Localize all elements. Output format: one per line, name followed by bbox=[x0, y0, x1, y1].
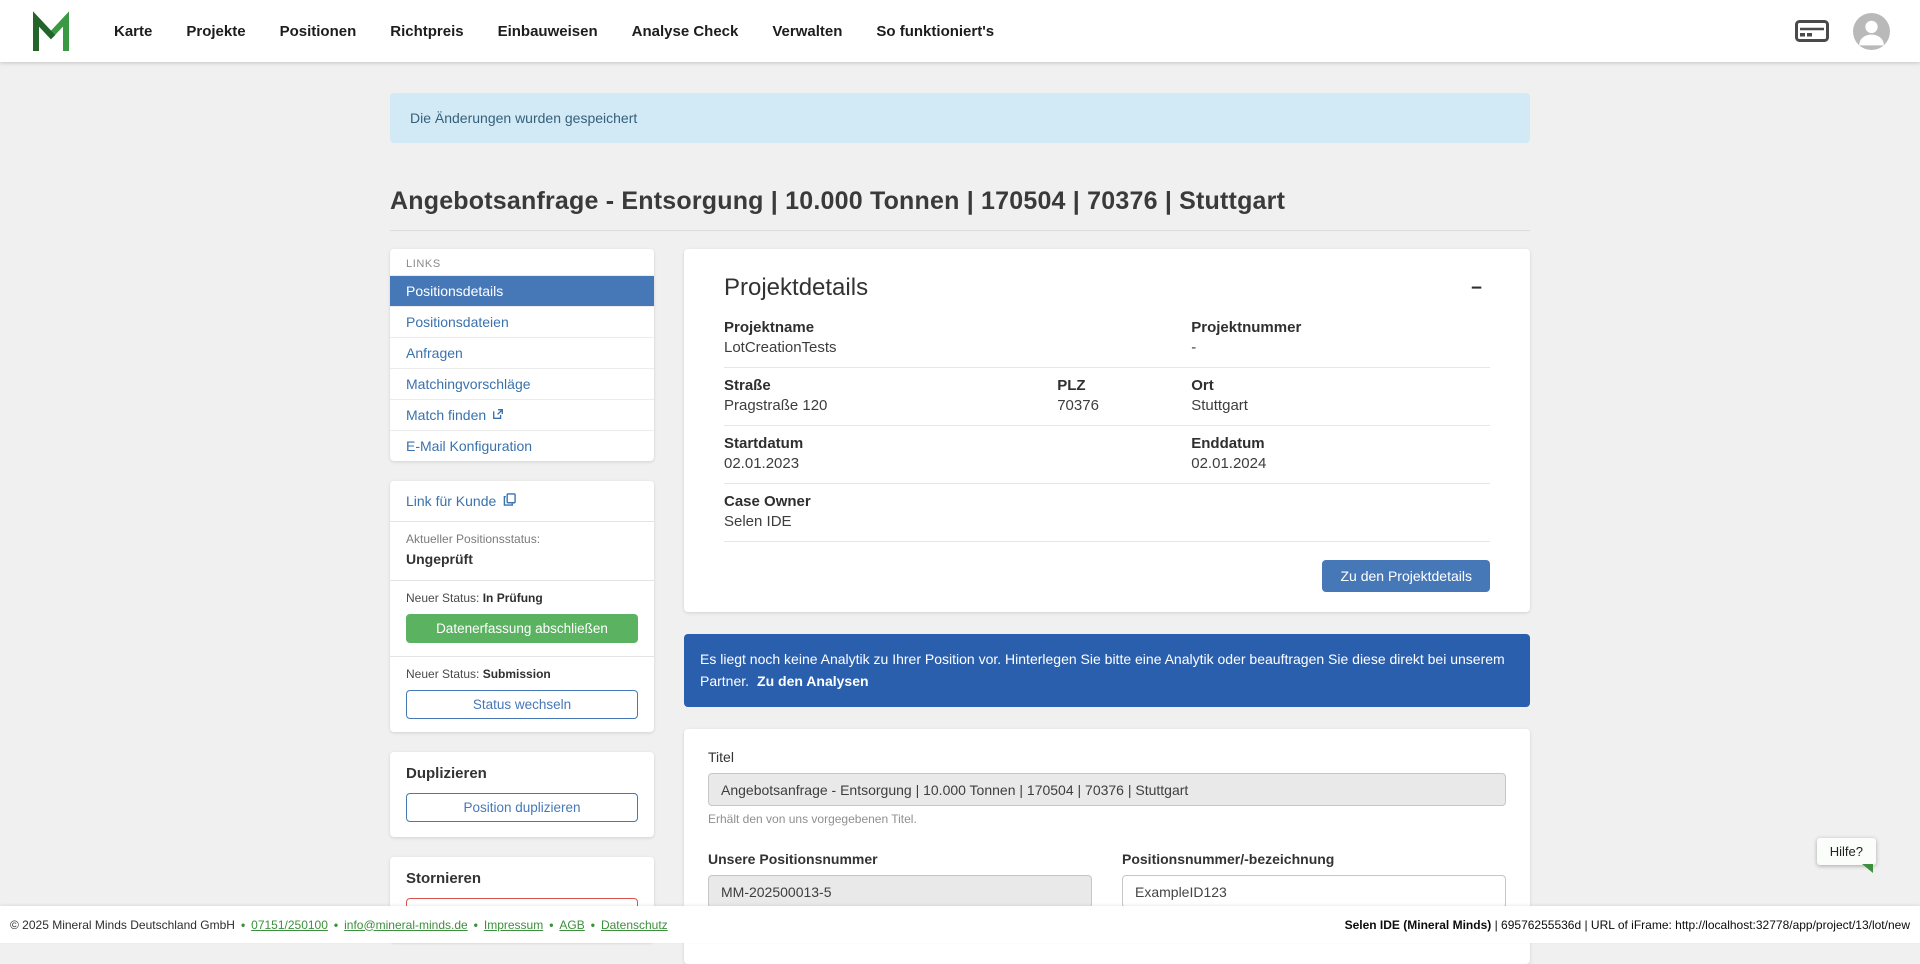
field-case-owner: Case Owner Selen IDE bbox=[724, 493, 1490, 530]
project-row-2: Straße Pragstraße 120 PLZ 70376 Ort Stut… bbox=[724, 368, 1490, 426]
project-details-header: Projektdetails − bbox=[724, 274, 1490, 302]
content-layout: LINKS Positionsdetails Positionsdateien … bbox=[390, 249, 1530, 964]
field-startdatum: Startdatum 02.01.2023 bbox=[724, 435, 1191, 472]
bullet-separator: • bbox=[591, 918, 595, 932]
duplicate-position-button[interactable]: Position duplizieren bbox=[406, 793, 638, 822]
footer-session-info: | 69576255536d | URL of iFrame: http://l… bbox=[1491, 918, 1910, 932]
top-navigation-bar: Karte Projekte Positionen Richtpreis Ein… bbox=[0, 0, 1920, 62]
analytics-banner: Es liegt noch keine Analytik zu Ihrer Po… bbox=[684, 634, 1530, 707]
sidebar-item-match-finden[interactable]: Match finden bbox=[390, 399, 654, 430]
appbar-right bbox=[1795, 13, 1890, 50]
field-projektname: Projektname LotCreationTests bbox=[724, 319, 1191, 356]
footer-user: Selen IDE (Mineral Minds) bbox=[1345, 918, 1492, 932]
server-icon[interactable] bbox=[1795, 20, 1829, 42]
duplicate-title: Duplizieren bbox=[406, 765, 638, 782]
nav-item-einbauweisen[interactable]: Einbauweisen bbox=[498, 23, 598, 40]
position-number-label: Positionsnummer/-bezeichnung bbox=[1122, 851, 1506, 867]
links-header: LINKS bbox=[390, 249, 654, 275]
footer-email-link[interactable]: info@mineral-minds.de bbox=[344, 918, 468, 932]
project-row-4: Case Owner Selen IDE bbox=[724, 484, 1490, 542]
main-column: Projektdetails − Projektname LotCreation… bbox=[684, 249, 1530, 964]
duplicate-card: Duplizieren Position duplizieren bbox=[390, 752, 654, 837]
next-status-prefix: Neuer Status: bbox=[406, 591, 479, 605]
project-details-card: Projektdetails − Projektname LotCreation… bbox=[684, 249, 1530, 612]
next-status-line-1: Neuer Status: In Prüfung bbox=[406, 591, 638, 605]
bullet-separator: • bbox=[241, 918, 245, 932]
footer-datenschutz-link[interactable]: Datenschutz bbox=[601, 918, 668, 932]
bullet-separator: • bbox=[334, 918, 338, 932]
cancel-title: Stornieren bbox=[406, 870, 638, 887]
footer-phone-link[interactable]: 07151/250100 bbox=[251, 918, 328, 932]
sidebar-item-positionsdateien[interactable]: Positionsdateien bbox=[390, 306, 654, 337]
titel-label: Titel bbox=[708, 749, 1506, 765]
customer-link[interactable]: Link für Kunde bbox=[390, 481, 654, 521]
field-projektnummer: Projektnummer - bbox=[1191, 319, 1490, 356]
footer-agb-link[interactable]: AGB bbox=[559, 918, 584, 932]
nav-item-richtpreis[interactable]: Richtpreis bbox=[390, 23, 463, 40]
sidebar-item-anfragen[interactable]: Anfragen bbox=[390, 337, 654, 368]
nav-item-projekte[interactable]: Projekte bbox=[186, 23, 245, 40]
collapse-icon[interactable]: − bbox=[1463, 279, 1490, 298]
next-status-section-1: Neuer Status: In Prüfung Datenerfassung … bbox=[390, 581, 654, 656]
our-number-input bbox=[708, 875, 1092, 908]
current-status-value: Ungeprüft bbox=[406, 551, 638, 567]
nav-item-karte[interactable]: Karte bbox=[114, 23, 152, 40]
our-number-label: Unsere Positionsnummer bbox=[708, 851, 1092, 867]
field-plz: PLZ 70376 bbox=[1057, 377, 1191, 414]
complete-data-entry-button[interactable]: Datenerfassung abschließen bbox=[406, 614, 638, 643]
status-card: Link für Kunde Aktueller Positionsstatus… bbox=[390, 481, 654, 732]
saved-success-alert: Die Änderungen wurden gespeichert bbox=[390, 93, 1530, 143]
match-finden-label: Match finden bbox=[406, 407, 486, 423]
project-row-1: Projektname LotCreationTests Projektnumm… bbox=[724, 310, 1490, 368]
project-row-3: Startdatum 02.01.2023 Enddatum 02.01.202… bbox=[724, 426, 1490, 484]
nav-item-analyse-check[interactable]: Analyse Check bbox=[632, 23, 739, 40]
sidebar-item-matchingvorschlaege[interactable]: Matchingvorschläge bbox=[390, 368, 654, 399]
user-avatar[interactable] bbox=[1853, 13, 1890, 50]
next-status-section-2: Neuer Status: Submission Status wechseln bbox=[390, 657, 654, 732]
current-status-section: Aktueller Positionsstatus: Ungeprüft bbox=[390, 522, 654, 580]
position-number-input[interactable] bbox=[1122, 875, 1506, 908]
copy-icon bbox=[503, 493, 516, 509]
field-enddatum: Enddatum 02.01.2024 bbox=[1191, 435, 1490, 472]
main-nav: Karte Projekte Positionen Richtpreis Ein… bbox=[114, 23, 994, 40]
next-status-line-2: Neuer Status: Submission bbox=[406, 667, 638, 681]
sidebar: LINKS Positionsdetails Positionsdateien … bbox=[390, 249, 654, 942]
go-to-project-details-button[interactable]: Zu den Projektdetails bbox=[1322, 560, 1490, 592]
project-details-title: Projektdetails bbox=[724, 274, 868, 302]
sidebar-item-email-konfiguration[interactable]: E-Mail Konfiguration bbox=[390, 430, 654, 461]
field-ort: Ort Stuttgart bbox=[1191, 377, 1490, 414]
field-strasse: Straße Pragstraße 120 bbox=[724, 377, 1057, 414]
help-button[interactable]: Hilfe? bbox=[1817, 838, 1876, 865]
titel-input bbox=[708, 773, 1506, 806]
nav-item-so-funktionierts[interactable]: So funktioniert's bbox=[876, 23, 994, 40]
nav-item-positionen[interactable]: Positionen bbox=[280, 23, 357, 40]
sidebar-item-positionsdetails[interactable]: Positionsdetails bbox=[390, 275, 654, 306]
footer-left: © 2025 Mineral Minds Deutschland GmbH • … bbox=[10, 918, 668, 932]
customer-link-label: Link für Kunde bbox=[406, 493, 496, 509]
links-card: LINKS Positionsdetails Positionsdateien … bbox=[390, 249, 654, 461]
analytics-link[interactable]: Zu den Analysen bbox=[757, 673, 869, 689]
footer: © 2025 Mineral Minds Deutschland GmbH • … bbox=[0, 906, 1920, 943]
project-details-actions: Zu den Projektdetails bbox=[724, 560, 1490, 592]
external-link-icon bbox=[492, 407, 504, 423]
next-status-value-2: Submission bbox=[483, 667, 551, 681]
next-status-value-1: In Prüfung bbox=[483, 591, 543, 605]
copyright-text: © 2025 Mineral Minds Deutschland GmbH bbox=[10, 918, 235, 932]
footer-right: Selen IDE (Mineral Minds) | 69576255536d… bbox=[1345, 918, 1910, 932]
bullet-separator: • bbox=[474, 918, 478, 932]
current-status-label: Aktueller Positionsstatus: bbox=[406, 532, 638, 546]
footer-impressum-link[interactable]: Impressum bbox=[484, 918, 543, 932]
next-status-prefix: Neuer Status: bbox=[406, 667, 479, 681]
mineral-minds-logo-icon[interactable] bbox=[30, 10, 72, 52]
main-content: Die Änderungen wurden gespeichert Angebo… bbox=[390, 62, 1530, 964]
nav-item-verwalten[interactable]: Verwalten bbox=[772, 23, 842, 40]
page-title: Angebotsanfrage - Entsorgung | 10.000 To… bbox=[390, 187, 1530, 231]
titel-helper: Erhält den von uns vorgegebenen Titel. bbox=[708, 812, 1506, 826]
bullet-separator: • bbox=[549, 918, 553, 932]
switch-status-button[interactable]: Status wechseln bbox=[406, 690, 638, 719]
